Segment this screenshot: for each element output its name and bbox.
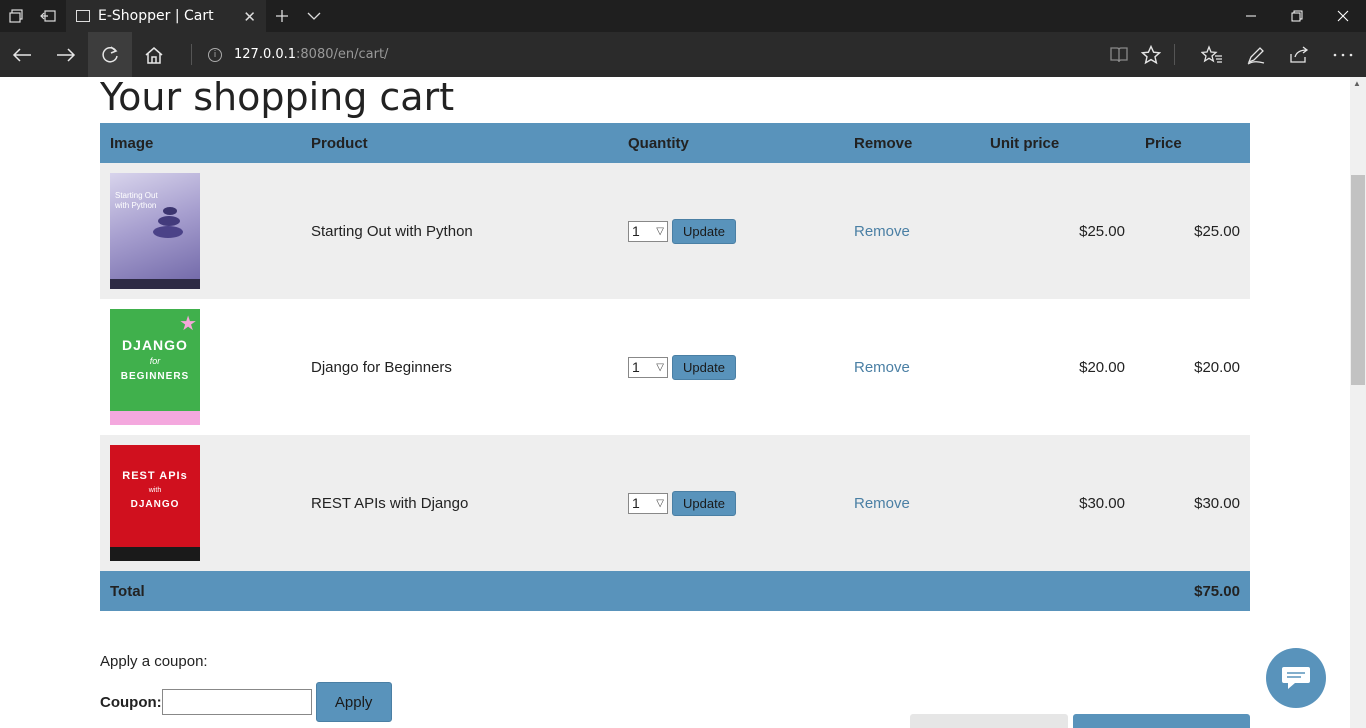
forward-icon[interactable]: [44, 32, 88, 77]
line-price: $25.00: [1194, 222, 1240, 240]
back-icon[interactable]: [0, 32, 44, 77]
url-host: 127.0.0.1: [234, 47, 297, 62]
line-price: $20.00: [1194, 358, 1240, 376]
chat-bubble-icon: [1282, 667, 1310, 689]
cart-total-row: Total $75.00: [100, 571, 1250, 611]
scroll-up-icon[interactable]: ▲: [1353, 79, 1361, 88]
cover-title: REST APIs: [122, 470, 188, 482]
active-tab[interactable]: E-Shopper | Cart ✕: [66, 0, 266, 32]
browser-nav-bar: i 127.0.0.1:8080/en/cart/: [0, 32, 1366, 77]
coupon-form: Coupon: Apply: [100, 682, 392, 722]
browser-title-bar: E-Shopper | Cart ✕: [0, 0, 1366, 32]
address-bar[interactable]: i 127.0.0.1:8080/en/cart/: [200, 32, 388, 77]
site-info-icon[interactable]: i: [208, 47, 222, 62]
apply-coupon-button[interactable]: Apply: [315, 682, 392, 722]
star-badge-icon: ★: [179, 313, 197, 335]
toolbar-divider: [1174, 44, 1175, 65]
cover-footer: [110, 547, 200, 561]
coupon-input[interactable]: [161, 689, 312, 715]
quantity-select[interactable]: 1 ▽: [628, 492, 668, 514]
new-tab-icon[interactable]: [266, 0, 298, 32]
chevron-down-icon: ▽: [656, 497, 664, 509]
favorites-hub-icon[interactable]: [1190, 32, 1234, 77]
remove-link[interactable]: Remove: [854, 495, 910, 512]
cart-row: REST APIs with DJANGO REST APIs with Dja…: [100, 435, 1250, 571]
restore-icon[interactable]: [1274, 0, 1320, 32]
cover-subtitle: with: [148, 487, 162, 494]
web-note-pen-icon[interactable]: [1234, 32, 1278, 77]
header-remove: Remove: [854, 134, 913, 152]
close-window-icon[interactable]: [1320, 0, 1366, 32]
stones-illustration: [153, 207, 183, 238]
quantity-select[interactable]: 1 ▽: [628, 356, 668, 378]
cover-footer: [110, 279, 200, 289]
product-name[interactable]: REST APIs with Django: [301, 435, 618, 571]
chevron-down-icon: ▽: [656, 361, 664, 373]
product-cover-image[interactable]: ★ DJANGO for BEGINNERS: [110, 309, 200, 425]
url-path: :8080/en/cart/: [296, 47, 389, 62]
vertical-scrollbar[interactable]: ▲: [1350, 77, 1366, 728]
unit-price: $30.00: [1079, 494, 1125, 512]
header-price: Price: [1145, 134, 1182, 152]
more-options-icon[interactable]: [1321, 32, 1365, 77]
unit-price: $25.00: [1079, 222, 1125, 240]
chevron-down-icon: ▽: [656, 225, 664, 237]
product-name[interactable]: Django for Beginners: [301, 299, 618, 435]
tab-title: E-Shopper | Cart: [98, 8, 214, 24]
cover-footer: [110, 411, 200, 425]
total-value: $75.00: [1194, 582, 1240, 600]
update-button[interactable]: Update: [672, 218, 736, 244]
cart-header-row: Image Product Quantity Remove Unit price…: [100, 123, 1250, 163]
tab-manager-icon[interactable]: [0, 0, 32, 32]
product-name[interactable]: Starting Out with Python: [301, 163, 618, 299]
header-product: Product: [311, 134, 368, 152]
chat-widget-button[interactable]: [1266, 648, 1326, 708]
cover-title-line: DJANGO: [130, 499, 180, 510]
line-price: $30.00: [1194, 494, 1240, 512]
cover-subtitle: for: [149, 356, 161, 366]
cart-row: Starting Out with Python Starting Out wit…: [100, 163, 1250, 299]
page-icon: [76, 10, 90, 22]
refresh-icon[interactable]: [88, 32, 132, 77]
header-image: Image: [110, 134, 154, 152]
total-label: Total: [110, 582, 145, 600]
product-cover-image[interactable]: Starting Out with Python: [110, 173, 200, 289]
page-content: Your shopping cart Image Product Quantit…: [0, 77, 1350, 728]
share-icon[interactable]: [1277, 32, 1321, 77]
minimize-icon[interactable]: [1228, 0, 1274, 32]
product-cover-image[interactable]: REST APIs with DJANGO: [110, 445, 200, 561]
page-title: Your shopping cart: [100, 77, 455, 119]
header-unit-price: Unit price: [990, 134, 1060, 152]
coupon-label: Coupon:: [100, 693, 162, 711]
favorite-star-icon[interactable]: [1129, 32, 1173, 77]
cart-row: ★ DJANGO for BEGINNERS Django for Beginn…: [100, 299, 1250, 435]
home-icon[interactable]: [132, 32, 176, 77]
nav-divider: [191, 44, 192, 65]
cover-title-line: BEGINNERS: [120, 371, 190, 382]
cover-title: DJANGO: [122, 337, 188, 353]
tab-preview-chevron-icon[interactable]: [298, 0, 330, 32]
remove-link[interactable]: Remove: [854, 223, 910, 240]
coupon-prompt: Apply a coupon:: [100, 653, 208, 670]
unit-price: $20.00: [1079, 358, 1125, 376]
scrollbar-thumb[interactable]: [1351, 175, 1365, 385]
remove-link[interactable]: Remove: [854, 359, 910, 376]
close-tab-icon[interactable]: ✕: [243, 8, 256, 26]
checkout-button[interactable]: [1073, 714, 1250, 728]
quantity-select[interactable]: 1 ▽: [628, 220, 668, 242]
continue-shopping-button[interactable]: [910, 714, 1068, 728]
update-button[interactable]: Update: [672, 490, 736, 516]
cart-table: Image Product Quantity Remove Unit price…: [100, 123, 1250, 611]
update-button[interactable]: Update: [672, 354, 736, 380]
set-tabs-aside-icon[interactable]: [32, 0, 64, 32]
header-quantity: Quantity: [628, 134, 689, 152]
